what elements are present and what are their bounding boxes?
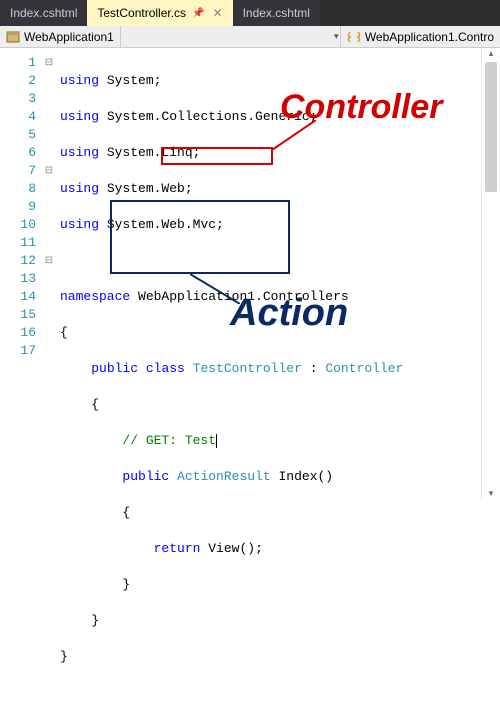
project-icon — [6, 30, 20, 44]
nav-project-dropdown[interactable]: WebApplication1 — [0, 26, 121, 47]
line-number: 7 — [0, 162, 36, 180]
fold-gutter: ⊟ ⊟ ⊟ — [42, 48, 56, 468]
line-number: 12 — [0, 252, 36, 270]
keyword: using — [60, 217, 99, 232]
line-number: 16 — [0, 324, 36, 342]
namespace-ref: System — [107, 73, 154, 88]
namespace-ref: System.Web — [107, 181, 185, 196]
line-number: 11 — [0, 234, 36, 252]
line-number: 14 — [0, 288, 36, 306]
annotation-action-box — [110, 200, 290, 274]
line-number: 4 — [0, 108, 36, 126]
type-ref: ActionResult — [177, 469, 271, 484]
annotation-controller-connector — [272, 120, 316, 150]
tab-testcontroller-cs[interactable]: TestController.cs 📌 ✕ — [87, 0, 232, 26]
keyword: class — [146, 361, 185, 376]
nav-namespace-label: WebApplication1.Contro — [365, 30, 494, 44]
method-name: Index — [278, 469, 317, 484]
annotation-action-label: Action — [230, 292, 348, 335]
scroll-down-icon[interactable]: ▾ — [486, 489, 496, 499]
text-cursor — [216, 434, 217, 448]
navigation-bar: WebApplication1 ▾ WebApplication1.Contro — [0, 26, 500, 48]
keyword: public — [91, 361, 138, 376]
scrollbar-thumb[interactable] — [485, 62, 497, 192]
line-number: 17 — [0, 342, 36, 360]
line-number: 13 — [0, 270, 36, 288]
line-number: 6 — [0, 144, 36, 162]
line-number: 2 — [0, 72, 36, 90]
scroll-up-icon[interactable]: ▴ — [486, 49, 496, 59]
vertical-scrollbar[interactable]: ▴ ▾ — [481, 48, 499, 500]
fold-toggle[interactable]: ⊟ — [42, 54, 56, 72]
keyword: using — [60, 181, 99, 196]
method-call: View — [208, 541, 239, 556]
chevron-down-icon[interactable]: ▾ — [334, 31, 346, 42]
keyword: return — [154, 541, 201, 556]
keyword: using — [60, 109, 99, 124]
annotation-controller-box — [161, 147, 273, 165]
line-number: 10 — [0, 216, 36, 234]
line-number-gutter: 1 2 3 4 5 6 7 8 9 10 11 12 13 14 15 16 1… — [0, 48, 42, 468]
nav-project-label: WebApplication1 — [24, 30, 114, 44]
base-class: Controller — [325, 361, 403, 376]
pin-icon[interactable]: 📌 — [192, 8, 204, 19]
tab-label: Index.cshtml — [243, 6, 310, 20]
tab-label: TestController.cs — [97, 6, 186, 20]
keyword: namespace — [60, 289, 130, 304]
fold-toggle[interactable]: ⊟ — [42, 252, 56, 270]
tab-label: Index.cshtml — [10, 6, 77, 20]
comment: // GET: Test — [122, 433, 216, 448]
keyword: using — [60, 145, 99, 160]
tab-bar: Index.cshtml TestController.cs 📌 ✕ Index… — [0, 0, 500, 26]
tab-index-cshtml-1[interactable]: Index.cshtml — [0, 0, 87, 26]
close-icon[interactable]: ✕ — [213, 6, 223, 20]
line-number: 3 — [0, 90, 36, 108]
line-number: 8 — [0, 180, 36, 198]
nav-namespace-dropdown[interactable]: WebApplication1.Contro — [340, 26, 500, 47]
line-number: 15 — [0, 306, 36, 324]
keyword: public — [122, 469, 169, 484]
keyword: using — [60, 73, 99, 88]
tab-index-cshtml-2[interactable]: Index.cshtml — [233, 0, 320, 26]
line-number: 5 — [0, 126, 36, 144]
line-number: 1 — [0, 54, 36, 72]
fold-toggle[interactable]: ⊟ — [42, 162, 56, 180]
namespace-icon — [347, 30, 361, 44]
line-number: 9 — [0, 198, 36, 216]
class-name: TestController — [193, 361, 302, 376]
